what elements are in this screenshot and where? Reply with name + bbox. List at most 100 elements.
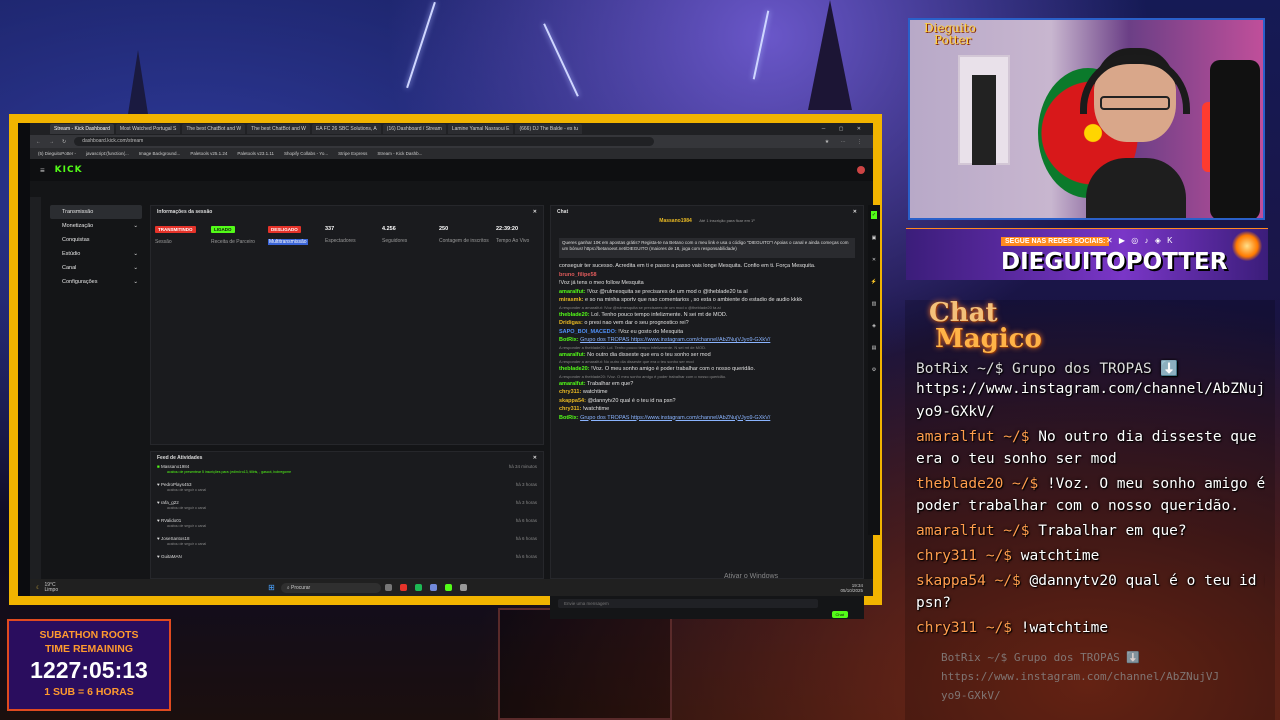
chat-messages: conseguir ter sucesso. Acredita em ti e …: [551, 262, 863, 422]
bookmark[interactable]: Stream - Kick Dashb...: [377, 151, 422, 156]
back-icon[interactable]: ←: [36, 139, 41, 145]
tool-icon[interactable]: ✓: [870, 211, 878, 219]
weather-icon: ☾: [36, 584, 41, 591]
pinned-leaderboard: Massano1984 Até 1 inscrição para ficar e…: [659, 218, 755, 224]
tool-icon[interactable]: ▤: [872, 345, 877, 351]
feed-row: ■ Massano1984 há 34 minutos acabou de pres…: [157, 464, 537, 474]
dashboard-menu: Transmissão Monetização ⌄ Conquistas Estú…: [50, 205, 142, 289]
chat-message: skappa54: @dannytv20 qual é o teu id na …: [559, 397, 676, 404]
app-icon[interactable]: [414, 584, 422, 591]
feed-row: ♥ PedroPlays453 há 3 horas acabou de segui…: [157, 482, 537, 492]
tool-icon[interactable]: ◈: [872, 323, 876, 329]
menu-item-conquistas[interactable]: Conquistas: [50, 233, 142, 247]
app-icon[interactable]: [399, 584, 407, 591]
menu-item-configuracoes[interactable]: Configurações ⌄: [50, 275, 142, 289]
subathon-timer: SUBATHON ROOTS TIME REMAINING 1227:05:13…: [7, 619, 171, 711]
bookmark[interactable]: (5) DieguitoPotter -: [38, 151, 76, 156]
url-input[interactable]: dashboard.kick.com/stream: [74, 137, 655, 146]
castle-tower: [128, 50, 148, 114]
tool-icon[interactable]: ⚡: [871, 279, 877, 285]
overlay-chat: Chat Magico BotRix ~/$ Grupo dos TROPAS …: [905, 300, 1275, 720]
feed-row: ♥ JoseSantos18 há 6 horas acabou de seguir…: [157, 536, 537, 546]
activity-feed-panel: Feed de Atividades ✕ ■ Massano1984 há 34 m…: [150, 451, 544, 579]
tool-icon[interactable]: ▥: [872, 301, 877, 307]
stat-subscribers: 250 Contagem de inscritos: [439, 226, 489, 244]
social-icons: ✕ ▶ ◎ ♪ ◈ K: [1106, 236, 1175, 245]
clock[interactable]: 19:34 05/10/2025: [840, 583, 863, 593]
send-chat-button[interactable]: Chat: [831, 611, 848, 618]
stat-viewers: 337 Espectadores: [325, 226, 356, 244]
taskbar-search[interactable]: ⌕ Procurar: [280, 582, 381, 593]
tab-strip: Stream - Kick Dashboard Most Watched Por…: [30, 123, 873, 135]
subathon-countdown: 1227:05:13: [30, 657, 148, 683]
panel-title: Chat: [557, 209, 569, 215]
tab[interactable]: (16) Dashboard / Stream: [382, 124, 446, 134]
reload-icon[interactable]: ↻: [62, 139, 66, 145]
avatar[interactable]: [857, 166, 865, 174]
lightning-bolt: [752, 10, 770, 80]
subathon-subtitle: TIME REMAINING: [44, 643, 134, 655]
session-info-panel: Informações da sessão ✕ TRANSMITINDO Sessã…: [150, 205, 544, 445]
os-side-dock: [30, 197, 41, 596]
menu-item-estudio[interactable]: Estúdio ⌄: [50, 247, 142, 261]
menu-item-monetizacao[interactable]: Monetização ⌄: [50, 219, 142, 233]
close-icon[interactable]: ✕: [853, 209, 857, 215]
tab[interactable]: Most Watched Portugal S: [115, 124, 181, 134]
chat-magico-logo: Chat Magico: [929, 298, 1042, 354]
app-icon[interactable]: [429, 584, 437, 591]
screen-capture: Stream - Kick Dashboard Most Watched Por…: [9, 114, 882, 619]
tool-icon[interactable]: ▣: [872, 235, 877, 241]
tab[interactable]: The best ChatBot and W: [182, 124, 246, 134]
bookmark[interactable]: Stripe Express: [338, 151, 367, 156]
menu-item-transmissao[interactable]: Transmissão: [50, 205, 142, 219]
overlay-chat-line: skappa54 ~/$ @dannytv20 qual é o teu id …: [916, 573, 1265, 589]
bookmark[interactable]: Paletools v23.1.11: [237, 151, 274, 156]
bookmark[interactable]: Shopify Collabs - Yo...: [284, 151, 328, 156]
overlay-chat-line: poder trabalhar com o nosso queridão.: [916, 498, 1240, 514]
bookmark[interactable]: Image Background...: [139, 151, 181, 156]
tab[interactable]: The best ChatBot and W: [247, 124, 310, 134]
overlay-chat-line: chry311 ~/$ watchtime: [916, 548, 1100, 564]
start-icon[interactable]: ⊞: [268, 583, 275, 592]
chat-message: amaralfut: No outro dia disseste que era…: [559, 351, 711, 358]
chat-message: SAPO_BOI_MACEDO: !Voz eu gosto do Mesqui…: [559, 328, 684, 335]
overlay-chat-line: https://www.instagram.com/channel/AbZNuj…: [916, 381, 1265, 397]
windows-taskbar: ☾ 19°C Limpo ⊞ ⌕ Procurar 19:34 05/10/2025: [30, 579, 873, 596]
tab[interactable]: Stream - Kick Dashboard: [50, 124, 114, 134]
hamburger-icon[interactable]: ≡: [40, 166, 45, 175]
app-icon[interactable]: [384, 584, 392, 591]
app-icon[interactable]: [459, 584, 467, 591]
tab[interactable]: Lamine Yamal Nasraoui E: [447, 124, 514, 134]
subathon-rate: 1 SUB = 6 HORAS: [44, 686, 134, 698]
bookmark[interactable]: Paletools v25.1.24: [190, 151, 227, 156]
window-frame-decoration: [498, 608, 672, 720]
chat-message: !Voz já tens o meo follow Mesquita: [559, 280, 644, 286]
tool-icon[interactable]: ✕: [872, 257, 876, 263]
kick-logo[interactable]: KICK: [55, 165, 83, 175]
forward-icon[interactable]: →: [49, 139, 54, 145]
fire-decoration: [1232, 231, 1262, 261]
tab[interactable]: (666) DJ The Balde - es tu: [515, 124, 582, 134]
chat-panel: Chat ✕ Massano1984 Até 1 inscrição para f…: [550, 205, 864, 579]
pinned-promo: Queres ganhar 10€ em apostas grátis? Reg…: [559, 238, 855, 258]
tab[interactable]: EA FC 26 SBC Solutions, A: [311, 124, 381, 134]
extensions-icon[interactable]: ★ ⋯ ⋮: [825, 139, 867, 145]
weather-widget[interactable]: 19°C Limpo: [44, 582, 58, 593]
overlay-chat-line: psn?: [916, 595, 951, 611]
feed-row: ♥ GuitaMAN há 6 horas: [157, 554, 537, 559]
stat-session: TRANSMITINDO Sessão: [155, 226, 207, 245]
app-icon[interactable]: [444, 584, 452, 591]
panel-title: Feed de Atividades: [157, 455, 203, 461]
window-controls[interactable]: ─ ▢ ✕: [822, 126, 873, 132]
lightning-bolt: [543, 23, 579, 97]
chat-message-input[interactable]: [558, 599, 818, 608]
chat-message: mirasmk: e so na minha sportv que nao co…: [559, 297, 803, 303]
stat-live-time: 22:39:20 Tempo Ao Vivo: [496, 226, 530, 244]
menu-item-canal[interactable]: Canal ⌄: [50, 261, 142, 275]
chat-message: theblade20: Lol. Tenho pouco tempo infel…: [559, 311, 728, 318]
close-icon[interactable]: ✕: [533, 455, 537, 461]
close-icon[interactable]: ✕: [533, 209, 537, 215]
bookmark[interactable]: javascript:(function(...: [86, 151, 129, 156]
settings-icon[interactable]: ⚙: [872, 367, 876, 373]
address-bar-row: ← → ↻ dashboard.kick.com/stream ★ ⋯ ⋮: [30, 135, 873, 148]
